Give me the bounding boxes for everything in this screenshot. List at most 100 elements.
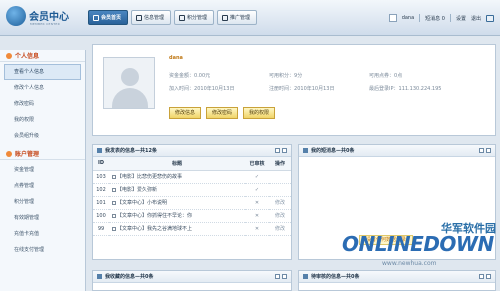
sidebar-section-personal[interactable]: 个人信息 xyxy=(0,50,85,62)
row-id: 102 xyxy=(93,183,109,197)
row-title[interactable]: 【电影】比悲伤更悲伤的故事 xyxy=(109,170,245,184)
row-title[interactable]: 【电影】爱久弥新 xyxy=(109,183,245,197)
wallet-icon xyxy=(6,150,12,157)
edit-info-button[interactable]: 修改信息 xyxy=(169,107,202,119)
divider xyxy=(419,14,421,22)
sidebar-item-coupons[interactable]: 点券管理 xyxy=(0,178,85,194)
document-icon xyxy=(136,14,143,21)
stat-label: 注册时间 xyxy=(269,86,290,92)
user-avatar xyxy=(388,14,397,22)
table-row: 100 【文章中心】你抓得住不早论：你 ✕ 修改 xyxy=(93,209,291,223)
coin-icon xyxy=(179,14,186,21)
promote-icon xyxy=(222,14,229,21)
logo-subtitle: MEMBER CENTER xyxy=(30,22,61,26)
stat-value: 9分 xyxy=(294,73,303,79)
logout-link[interactable]: 退出 xyxy=(471,15,481,22)
row-reviewed: ✓ xyxy=(245,170,269,184)
sidebar-item-funds[interactable]: 资金管理 xyxy=(0,162,85,178)
row-title[interactable]: 【文章中心】我先之谷满地球不上 xyxy=(109,222,245,236)
stat-label: 最后登录IP xyxy=(369,86,394,92)
my-permissions-button[interactable]: 我的权限 xyxy=(243,107,276,119)
row-action[interactable]: 修改 xyxy=(269,209,291,223)
username[interactable]: dana xyxy=(402,15,414,21)
row-id: 100 xyxy=(93,209,109,223)
sidebar-item-recharge-card[interactable]: 充值卡充值 xyxy=(0,226,85,242)
close-icon[interactable] xyxy=(282,148,287,153)
sidebar-item-change-password[interactable]: 修改密码 xyxy=(0,96,85,112)
stat-label: 加入时间 xyxy=(169,86,190,92)
file-icon xyxy=(112,200,116,205)
tab-info-manage[interactable]: 信息管理 xyxy=(131,10,172,25)
sidebar-section-account[interactable]: 账户管理 xyxy=(0,148,85,160)
messages-link[interactable]: 短消息 0 xyxy=(425,15,445,22)
sidebar-list-account: 资金管理 点券管理 积分管理 有效期管理 充值卡充值 在线支付管理 xyxy=(0,160,85,262)
row-title[interactable]: 【文章中心】你抓得住不早论：你 xyxy=(109,209,245,223)
sidebar-item-upgrade[interactable]: 会员组升级 xyxy=(0,128,85,144)
panel-title: 我发表的信息 xyxy=(105,148,136,154)
star-icon xyxy=(97,274,102,279)
sidebar: 个人信息 查看个人信息 修改个人信息 修改密码 我的权限 会员组升级 账户管理 … xyxy=(0,50,86,291)
messages-count: 0 xyxy=(441,15,445,22)
section-title: 账户管理 xyxy=(15,151,40,158)
minimize-icon[interactable] xyxy=(479,148,484,153)
main-nav: 会员首页 信息管理 积分管理 推广管理 xyxy=(88,10,258,25)
panel-title: 我的短消息 xyxy=(311,148,337,154)
settings-link[interactable]: 设置 xyxy=(456,15,466,22)
minimize-icon[interactable] xyxy=(275,274,280,279)
sidebar-item-validity[interactable]: 有效期管理 xyxy=(0,210,85,226)
row-reviewed: ✕ xyxy=(245,222,269,236)
stat-value: 0点 xyxy=(394,73,403,79)
close-icon[interactable] xyxy=(486,148,491,153)
col-title: 标题 xyxy=(109,157,245,171)
site-logo[interactable]: 会员中心 MEMBER CENTER xyxy=(6,6,82,32)
table-row: 103 【电影】比悲伤更悲伤的故事 ✓ xyxy=(93,170,291,184)
row-action[interactable] xyxy=(269,170,291,184)
tab-label: 推广管理 xyxy=(230,15,251,21)
list-icon xyxy=(97,148,102,153)
sidebar-item-view-profile[interactable]: 查看个人信息 xyxy=(4,64,81,80)
tab-label: 信息管理 xyxy=(144,15,165,21)
stat-last-ip: 最后登录IP：111.130.224.195 xyxy=(369,86,442,92)
stat-register-time: 注册时间：2010年10月13日 xyxy=(269,86,335,92)
row-action[interactable]: 修改 xyxy=(269,196,291,210)
row-title-text: 【电影】比悲伤更悲伤的故事 xyxy=(117,174,183,180)
row-title-text: 【文章中心】你抓得住不早论：你 xyxy=(117,213,193,219)
avatar-body xyxy=(112,88,148,108)
panel-controls xyxy=(275,274,287,279)
mail-icon xyxy=(303,148,308,153)
section-title: 个人信息 xyxy=(15,53,40,60)
row-reviewed: ✕ xyxy=(245,209,269,223)
user-bar: dana 短消息 0 设置 退出 xyxy=(388,12,494,24)
row-reviewed: ✕ xyxy=(245,196,269,210)
stat-value: 2010年10月13日 xyxy=(294,86,335,92)
table-row: 99 【文章中心】我先之谷满地球不上 ✕ 修改 xyxy=(93,222,291,236)
tab-points-manage[interactable]: 积分管理 xyxy=(174,10,215,25)
row-action[interactable] xyxy=(269,183,291,197)
row-action[interactable]: 修改 xyxy=(269,222,291,236)
row-reviewed: ✓ xyxy=(245,183,269,197)
panel-count: 共12条 xyxy=(140,148,157,154)
minimize-icon[interactable] xyxy=(275,148,280,153)
sidebar-item-online-pay[interactable]: 在线支付管理 xyxy=(0,242,85,258)
table-header-row: ID 标题 已审核 操作 xyxy=(93,157,291,171)
row-title[interactable]: 【文章中心】小布说明 xyxy=(109,196,245,210)
sidebar-item-points[interactable]: 积分管理 xyxy=(0,194,85,210)
message-icon[interactable] xyxy=(486,14,494,22)
close-icon[interactable] xyxy=(282,274,287,279)
panel-controls xyxy=(479,148,491,153)
watermark-logo: ONLINEDOWN xyxy=(342,232,494,256)
panel-title: 我收藏的信息 xyxy=(105,274,136,280)
sidebar-item-permissions[interactable]: 我的权限 xyxy=(0,112,85,128)
change-password-button[interactable]: 修改密码 xyxy=(206,107,239,119)
sidebar-item-edit-profile[interactable]: 修改个人信息 xyxy=(0,80,85,96)
top-header: 会员中心 MEMBER CENTER 会员首页 信息管理 积分管理 推广管理 d… xyxy=(0,0,500,36)
tab-promo-manage[interactable]: 推广管理 xyxy=(217,10,258,25)
col-action: 操作 xyxy=(269,157,291,171)
file-icon xyxy=(112,226,116,231)
tab-member-home[interactable]: 会员首页 xyxy=(88,10,129,25)
stat-points: 可用积分：9分 xyxy=(269,73,303,79)
favorites-panel: 我收藏的信息 — 共0条 xyxy=(92,270,292,291)
panel-header: 我收藏的信息 — 共0条 xyxy=(93,271,291,283)
tab-label: 会员首页 xyxy=(101,15,122,21)
row-id: 99 xyxy=(93,222,109,236)
